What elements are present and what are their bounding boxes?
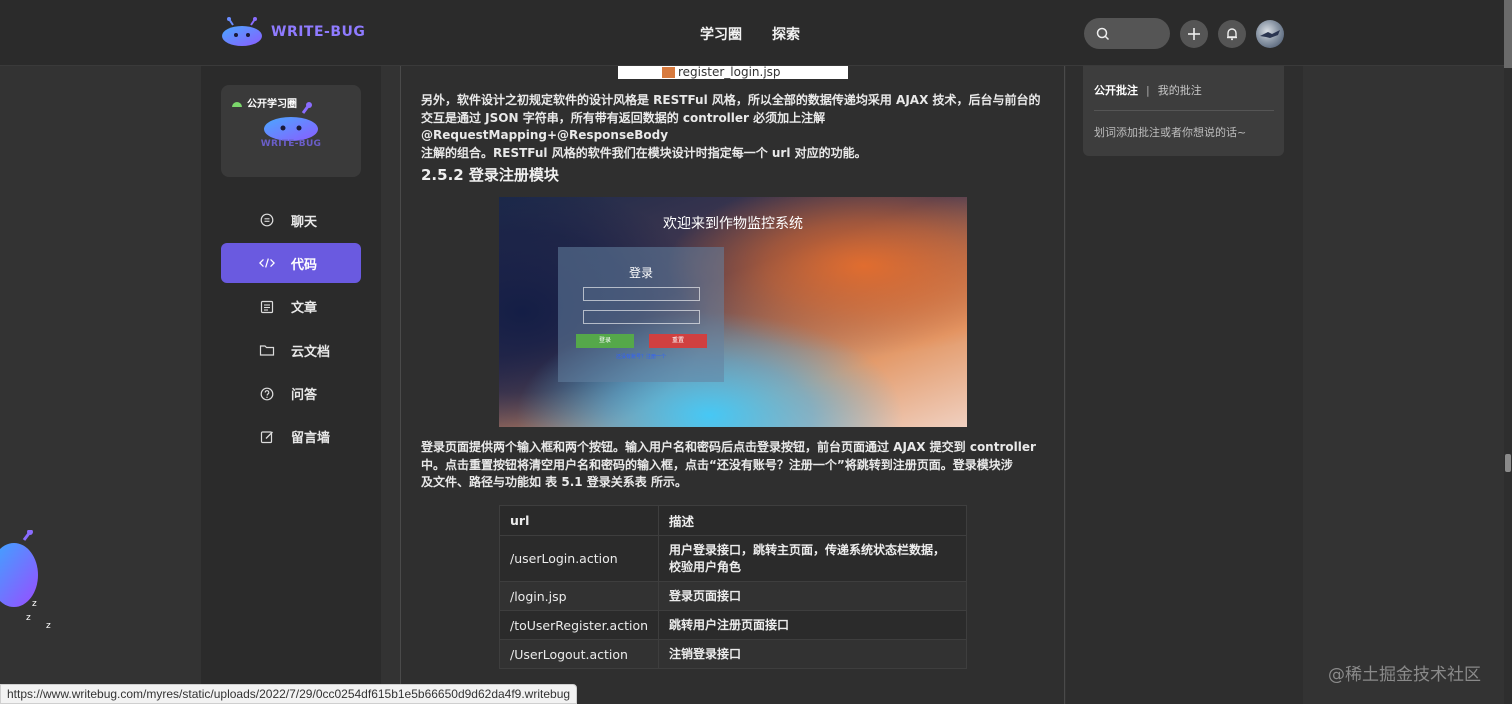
table-row: /UserLogout.action 注销登录接口 [498, 639, 967, 669]
screenshot-reset-button: 重置 [649, 334, 707, 348]
tab-separator: | [1146, 84, 1150, 97]
paragraph-line: 及文件、路径与功能如 表 5.1 登录关系表 所示。 [421, 475, 687, 490]
sidebar-item-label: 问答 [291, 388, 318, 404]
divider [1094, 110, 1274, 111]
right-sidebar [1066, 66, 1303, 704]
page-scrollbar[interactable] [1504, 0, 1512, 704]
sidebar-item-message-wall[interactable]: 留言墙 [221, 417, 361, 457]
annotation-tabs: 公开批注 | 我的批注 [1094, 82, 1202, 98]
sidebar-item-cloud-docs[interactable]: 云文档 [221, 330, 361, 370]
sidebar-item-label: 文章 [291, 301, 318, 317]
sidebar-item-qa[interactable]: 问答 [221, 374, 361, 414]
android-icon [232, 101, 242, 107]
file-attachment-chip[interactable]: register_login.jsp [618, 66, 848, 79]
scrollbar-top-segment [1504, 0, 1512, 68]
table-cell-description: 登录页面接口 [658, 581, 967, 611]
circle-name: WRITE-BUG [260, 139, 322, 149]
tab-public-annotations[interactable]: 公开批注 [1094, 84, 1138, 97]
screenshot-password-field [583, 310, 700, 324]
table-header-description: 描述 [658, 505, 967, 536]
screenshot-register-link: 还没有账号？注册一个 [615, 354, 666, 360]
sidebar-item-code[interactable]: 代码 [221, 243, 361, 284]
paragraph-line: 另外，软件设计之初规定软件的设计风格是 RESTFul 风格，所以全部的数据传递… [421, 93, 1041, 107]
search-icon [1096, 27, 1110, 40]
avatar-image-icon [1260, 30, 1280, 38]
svg-text:z: z [26, 613, 31, 623]
bell-icon [1227, 28, 1237, 41]
tab-my-annotations[interactable]: 我的批注 [1158, 84, 1202, 97]
watermark: @稀土掘金技术社区 [1328, 665, 1481, 685]
screenshot-login-button: 登录 [576, 334, 634, 348]
table-cell-description: 注销登录接口 [658, 639, 967, 669]
edit-icon [259, 429, 275, 445]
table-header-row: url 描述 [498, 505, 967, 536]
study-circle-card[interactable]: 公开学习圈 WRITE-BUG [221, 85, 361, 177]
sidebar-item-article[interactable]: 文章 [221, 287, 361, 327]
screenshot-login-box: 登录 登录 重置 还没有账号？注册一个 [558, 247, 724, 382]
question-icon [259, 386, 275, 402]
status-bar-url: https://www.writebug.com/myres/static/up… [0, 684, 578, 704]
plus-icon [1188, 28, 1200, 40]
paragraph-line: 交互是通过 JSON 字符串，所有带有返回数据的 controller 必须加上… [421, 110, 826, 143]
url-function-table: url 描述 /userLogin.action 用户登录接口，跳转主页面，传递… [498, 505, 967, 669]
table-header-url: url [498, 505, 660, 536]
article-paragraph-2: 登录页面提供两个输入框和两个按钮。输入用户名和密码后点击登录按钮，前台页面通过 … [421, 439, 1046, 492]
table-cell-description: 跳转用户注册页面接口 [658, 610, 967, 640]
sidebar-item-label: 代码 [291, 257, 318, 273]
section-heading: 2.5.2 登录注册模块 [421, 166, 559, 184]
top-bar: WRITE-BUG 学习圈 探索 [0, 0, 1512, 66]
folder-icon [259, 342, 275, 358]
login-page-screenshot: 欢迎来到作物监控系统 登录 登录 重置 还没有账号？注册一个 [499, 197, 967, 427]
scrollbar-thumb[interactable] [1505, 454, 1511, 472]
screenshot-title: 欢迎来到作物监控系统 [663, 216, 803, 232]
screenshot-username-field [583, 287, 700, 301]
table-cell-url: /UserLogout.action [498, 639, 660, 669]
jsp-file-icon [662, 67, 675, 78]
table-row: /login.jsp 登录页面接口 [498, 581, 967, 611]
add-button[interactable] [1180, 20, 1208, 48]
avatar[interactable] [1256, 20, 1284, 48]
annotation-hint: 划词添加批注或者你想说的话~ [1094, 126, 1247, 139]
sidebar-item-label: 聊天 [291, 214, 318, 230]
notification-button[interactable] [1218, 20, 1246, 48]
article-content: register_login.jsp 另外，软件设计之初规定软件的设计风格是 R… [400, 66, 1065, 704]
table-cell-url: /toUserRegister.action [498, 610, 660, 640]
chat-icon [259, 212, 275, 228]
search-input[interactable] [1084, 18, 1170, 49]
screenshot-login-title: 登录 [628, 266, 653, 280]
annotation-panel: 公开批注 | 我的批注 划词添加批注或者你想说的话~ [1083, 66, 1284, 156]
svg-text:z: z [46, 621, 51, 630]
file-attachment-name: register_login.jsp [678, 66, 781, 79]
brand-logo[interactable]: WRITE-BUG [221, 17, 365, 47]
sidebar-item-label: 留言墙 [291, 431, 331, 447]
table-cell-description: 用户登录接口，跳转主页面，传递系统状态栏数据，校验用户角色 [658, 535, 967, 582]
table-row: /toUserRegister.action 跳转用户注册页面接口 [498, 610, 967, 640]
floating-mascot-icon[interactable]: z z z [0, 530, 60, 630]
circle-mascot-icon [264, 102, 318, 141]
article-icon [259, 299, 275, 315]
code-icon [259, 255, 275, 271]
paragraph-line: 注解的组合。RESTFul 风格的软件我们在模块设计时指定每一个 url 对应的… [421, 145, 867, 160]
nav-item-explore[interactable]: 探索 [772, 24, 800, 44]
table-cell-url: /login.jsp [498, 581, 660, 611]
mascot-logo-icon [222, 17, 262, 46]
sidebar-menu: 聊天 代码 文章 云文档 问答 留言墙 [221, 200, 361, 460]
nav-item-study-circle[interactable]: 学习圈 [700, 24, 742, 44]
paragraph-line: 中。点击重置按钮将清空用户名和密码的输入框，点击“还没有账号？注册一个”将跳转到… [421, 457, 1013, 472]
table-cell-url: /userLogin.action [498, 535, 660, 582]
sidebar-item-chat[interactable]: 聊天 [221, 200, 361, 240]
main-nav: 学习圈 探索 [700, 24, 800, 44]
paragraph-line: 登录页面提供两个输入框和两个按钮。输入用户名和密码后点击登录按钮，前台页面通过 … [421, 440, 1036, 454]
sidebar-item-label: 云文档 [291, 344, 331, 360]
article-paragraph-1: 另外，软件设计之初规定软件的设计风格是 RESTFul 风格，所以全部的数据传递… [421, 92, 1046, 162]
brand-name: WRITE-BUG [271, 24, 366, 40]
table-row: /userLogin.action 用户登录接口，跳转主页面，传递系统状态栏数据… [498, 535, 967, 582]
svg-text:z: z [32, 599, 37, 609]
